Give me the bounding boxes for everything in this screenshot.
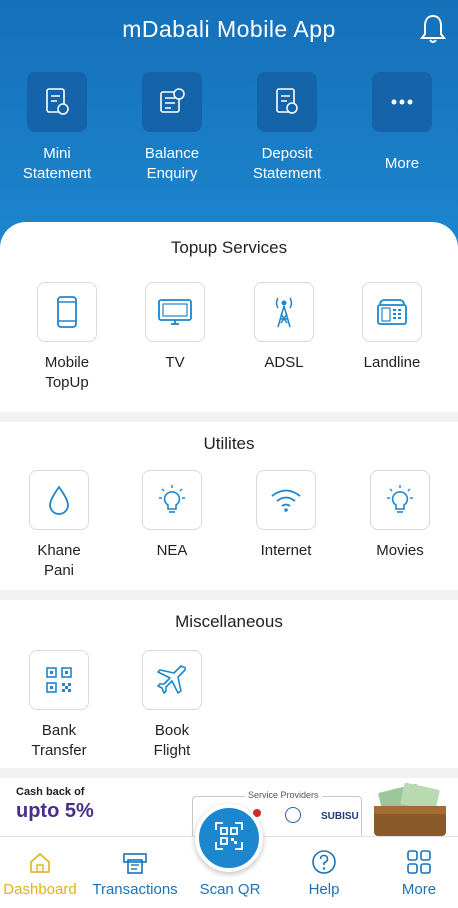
deposit-statement-button[interactable]: Deposit Statement bbox=[237, 72, 337, 184]
nav-dashboard[interactable]: Dashboard bbox=[0, 837, 86, 898]
qr-icon bbox=[29, 650, 89, 710]
balance-icon bbox=[142, 72, 202, 132]
bell-icon[interactable] bbox=[419, 13, 447, 45]
landline-button[interactable]: Landline bbox=[337, 282, 447, 373]
khane-pani-button[interactable]: Khane Pani bbox=[4, 470, 114, 581]
scan-qr-button[interactable] bbox=[195, 804, 263, 872]
section-title: Miscellaneous bbox=[175, 612, 283, 631]
nav-help[interactable]: Help bbox=[278, 837, 370, 898]
nav-label: Dashboard bbox=[3, 881, 77, 898]
more-button[interactable]: More bbox=[352, 72, 452, 174]
nea-button[interactable]: NEA bbox=[117, 470, 227, 561]
header: mDabali Mobile App Mini Statement Balance… bbox=[0, 0, 458, 250]
service-label: NEA bbox=[156, 542, 188, 559]
help-icon bbox=[278, 837, 370, 875]
receipt-icon bbox=[89, 837, 181, 875]
qr-scan-icon bbox=[214, 821, 244, 856]
app-title: mDabali Mobile App bbox=[122, 16, 336, 42]
phone-icon bbox=[362, 282, 422, 342]
service-label: Book Flight bbox=[153, 722, 191, 759]
internet-button[interactable]: Internet bbox=[231, 470, 341, 561]
book-flight-button[interactable]: Book Flight bbox=[117, 650, 227, 761]
home-icon bbox=[0, 837, 86, 875]
service-label: ADSL bbox=[264, 354, 304, 371]
mobile-topup-button[interactable]: Mobile TopUp bbox=[12, 282, 122, 393]
bank-transfer-button[interactable]: Bank Transfer bbox=[4, 650, 114, 761]
miscellaneous-section: Miscellaneous Bank Transfer Book Flight bbox=[0, 600, 458, 768]
bulb-icon bbox=[142, 470, 202, 530]
water-drop-icon bbox=[29, 470, 89, 530]
quick-action-label: More bbox=[384, 155, 420, 172]
section-title: Topup Services bbox=[170, 238, 288, 257]
bulb-icon bbox=[370, 470, 430, 530]
wallet-illustration bbox=[372, 782, 448, 838]
plane-icon bbox=[142, 650, 202, 710]
movies-button[interactable]: Movies bbox=[345, 470, 455, 561]
mobile-icon bbox=[37, 282, 97, 342]
more-dots-icon bbox=[372, 72, 432, 132]
adsl-button[interactable]: ADSL bbox=[229, 282, 339, 373]
service-label: Bank Transfer bbox=[31, 722, 87, 759]
tv-icon bbox=[145, 282, 205, 342]
service-label: Mobile TopUp bbox=[44, 354, 90, 391]
cashback-caption: Cash back of bbox=[16, 786, 85, 798]
quick-action-label: Mini Statement bbox=[22, 145, 92, 182]
nav-label: More bbox=[401, 881, 437, 898]
nav-more[interactable]: More bbox=[373, 837, 458, 898]
deposit-icon bbox=[257, 72, 317, 132]
quick-action-label: Deposit Statement bbox=[252, 145, 322, 182]
balance-enquiry-button[interactable]: Balance Enquiry bbox=[122, 72, 222, 184]
service-providers-label: Service Providers bbox=[245, 790, 322, 800]
nav-label: Scan QR bbox=[199, 881, 261, 898]
nav-label: Help bbox=[308, 881, 340, 898]
service-label: Internet bbox=[260, 542, 312, 559]
provider-logo-seal bbox=[285, 807, 301, 823]
quick-action-label: Balance Enquiry bbox=[144, 145, 200, 182]
statement-icon bbox=[27, 72, 87, 132]
service-label: Movies bbox=[376, 542, 424, 559]
service-label: TV bbox=[165, 354, 185, 371]
section-title: Utilites bbox=[203, 434, 255, 453]
mini-statement-button[interactable]: Mini Statement bbox=[7, 72, 107, 184]
utilities-section: Utilites Khane Pani NEA Internet Movies bbox=[0, 422, 458, 590]
service-label: Khane Pani bbox=[37, 542, 81, 579]
cashback-amount: upto 5% bbox=[16, 800, 94, 822]
nav-transactions[interactable]: Transactions bbox=[89, 837, 181, 898]
service-label: Landline bbox=[363, 354, 421, 371]
grid-icon bbox=[373, 837, 458, 875]
nav-label: Transactions bbox=[92, 881, 178, 898]
provider-logo: SUBISU bbox=[321, 811, 359, 822]
tv-button[interactable]: TV bbox=[120, 282, 230, 373]
wifi-icon bbox=[256, 470, 316, 530]
topup-services-section: Topup Services Mobile TopUp TV ADSL Landl… bbox=[0, 222, 458, 412]
antenna-icon bbox=[254, 282, 314, 342]
